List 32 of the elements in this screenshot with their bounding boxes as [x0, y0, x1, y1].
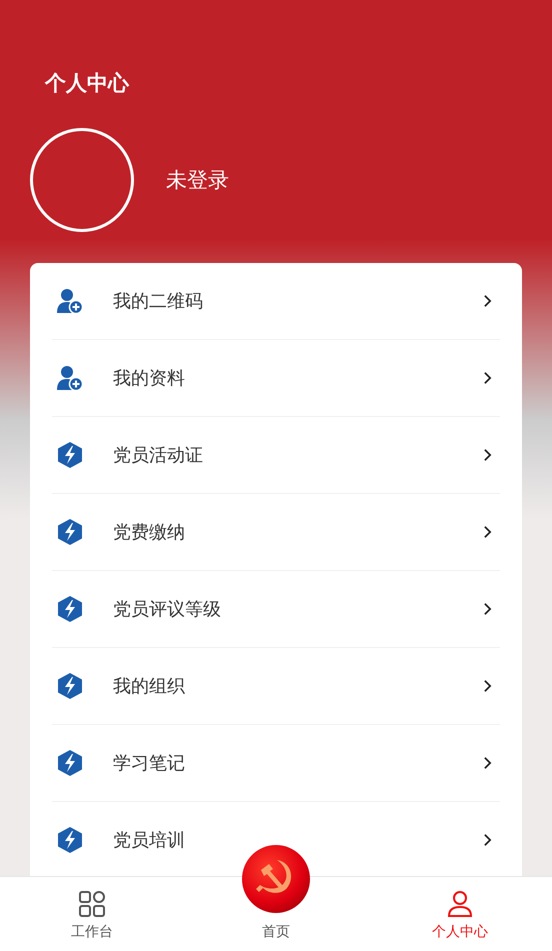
chevron-icon: [483, 525, 492, 539]
avatar[interactable]: [30, 128, 134, 232]
chevron-icon: [483, 679, 492, 693]
bolt-icon: [56, 826, 84, 854]
chevron-icon: [483, 448, 492, 462]
chevron-icon: [483, 294, 492, 308]
menu-item[interactable]: 党员活动证: [52, 417, 500, 494]
chevron-icon: [483, 602, 492, 616]
bolt-icon: [56, 441, 84, 469]
bolt-icon: [56, 672, 84, 700]
tab[interactable]: 首页: [262, 923, 290, 951]
bolt-icon: [56, 595, 84, 623]
tab[interactable]: 工作台: [71, 890, 113, 951]
menu-item[interactable]: 我的资料: [52, 340, 500, 417]
emblem-icon[interactable]: [241, 844, 311, 914]
chevron-icon: [483, 833, 492, 847]
menu-item[interactable]: 学习笔记: [52, 725, 500, 802]
bolt-icon: [56, 518, 84, 546]
user-add-icon: [56, 287, 84, 315]
bolt-icon: [56, 749, 84, 777]
page-title: 个人中心: [45, 70, 130, 96]
chevron-icon: [483, 756, 492, 770]
chevron-icon: [483, 371, 492, 385]
menu-item[interactable]: 党费缴纳: [52, 494, 500, 571]
user-add-icon: [56, 364, 84, 392]
person-icon: [446, 890, 474, 918]
login-status[interactable]: 未登录: [166, 166, 229, 194]
menu-item[interactable]: 党员评议等级: [52, 571, 500, 648]
tab[interactable]: 个人中心: [432, 890, 488, 951]
grid-icon: [78, 890, 106, 918]
menu-item[interactable]: 我的组织: [52, 648, 500, 725]
menu-item[interactable]: 我的二维码: [52, 263, 500, 340]
